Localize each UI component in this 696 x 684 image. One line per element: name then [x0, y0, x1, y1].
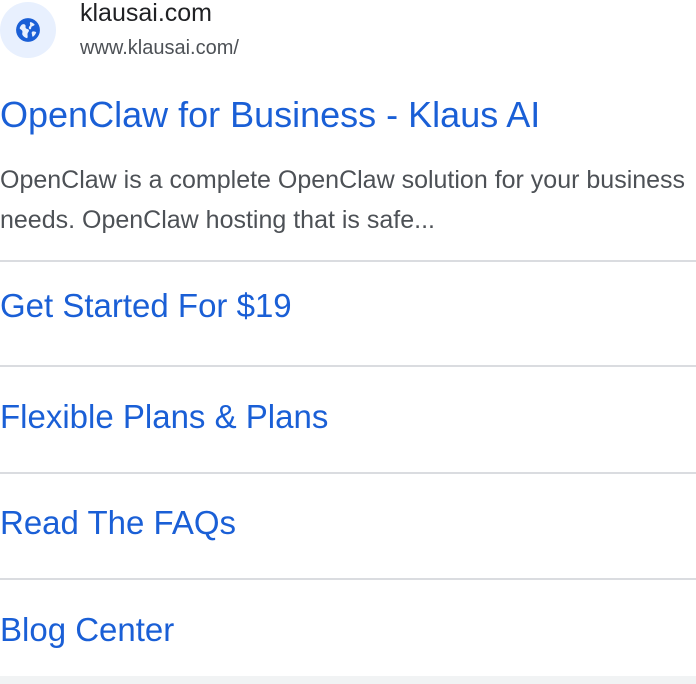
- result-snippet: OpenClaw is a complete OpenClaw solution…: [0, 166, 686, 234]
- globe-icon: [16, 18, 40, 42]
- site-name: klausai.com: [80, 0, 212, 27]
- site-header[interactable]: klausai.com www.klausai.com/: [0, 0, 696, 64]
- favicon: [0, 2, 56, 58]
- bottom-divider: [0, 676, 696, 684]
- search-result: klausai.com www.klausai.com/ OpenClaw fo…: [0, 0, 696, 684]
- sitelinks-list: Get Started For $19 Flexible Plans & Pla…: [0, 260, 696, 684]
- sitelink-get-started[interactable]: Get Started For $19: [0, 286, 292, 326]
- sitelink-item: Flexible Plans & Plans: [0, 365, 696, 472]
- sitelink-item: Read The FAQs: [0, 472, 696, 578]
- sitelink-flexible-plans[interactable]: Flexible Plans & Plans: [0, 397, 328, 437]
- result-title-link[interactable]: OpenClaw for Business - Klaus AI: [0, 94, 540, 136]
- sitelink-item: Get Started For $19: [0, 260, 696, 365]
- sitelink-read-faqs[interactable]: Read The FAQs: [0, 503, 236, 543]
- sitelink-item: Blog Center: [0, 578, 696, 684]
- site-url: www.klausai.com/: [80, 37, 239, 59]
- sitelink-blog-center[interactable]: Blog Center: [0, 610, 174, 650]
